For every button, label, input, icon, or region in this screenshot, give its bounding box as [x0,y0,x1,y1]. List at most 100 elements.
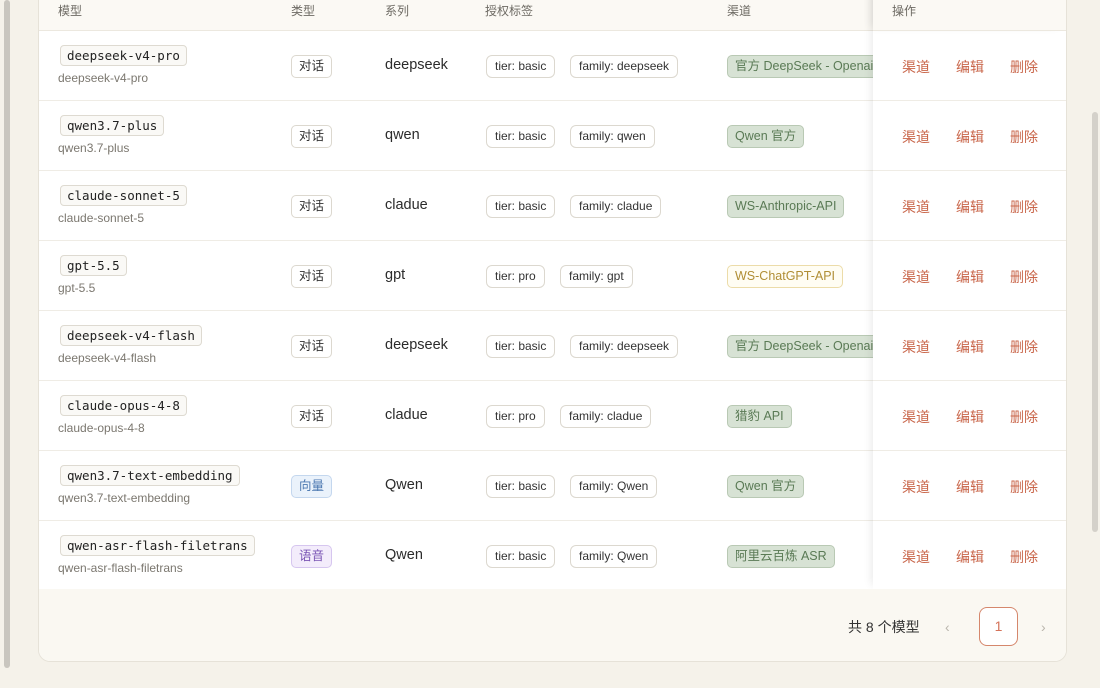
actions-header: 操作 [873,0,1066,31]
tier-tag: tier: basic [486,195,556,218]
tier-tag: tier: basic [486,125,556,148]
channel-tag: 阿里云百炼 ASR [727,545,835,568]
page-scrollbar[interactable] [4,0,10,668]
type-tag: 对话 [291,335,333,358]
channel-tag: Qwen 官方 [727,475,805,498]
prev-page-icon[interactable]: ‹ [945,619,950,635]
channel-button[interactable]: 渠道 [902,57,930,77]
series-name: deepseek [385,337,448,353]
channel-tag: 猎豹 API [727,405,792,428]
series-name: deepseek [385,57,448,73]
series-name: Qwen [385,547,423,563]
edit-button[interactable]: 编辑 [956,477,984,497]
channel-button[interactable]: 渠道 [902,267,930,287]
family-tag: family: Qwen [570,475,658,498]
channel-tag: WS-ChatGPT-API [727,265,844,288]
edit-button[interactable]: 编辑 [956,547,984,567]
family-tag: family: qwen [570,125,655,148]
page-1-button[interactable]: 1 [979,607,1018,646]
type-tag: 对话 [291,125,333,148]
family-tag: family: deepseek [570,55,679,78]
family-tag: family: Qwen [570,545,658,568]
row-actions: 渠道 编辑 删除 [873,101,1066,171]
delete-button[interactable]: 删除 [1010,267,1038,287]
channel-tag: 官方 DeepSeek - Openai [727,55,882,78]
tier-tag: tier: basic [486,335,556,358]
family-tag: family: cladue [570,195,662,218]
channel-tag: WS-Anthropic-API [727,195,845,218]
tier-tag: tier: pro [486,265,545,288]
edit-button[interactable]: 编辑 [956,127,984,147]
model-code: deepseek-v4-pro [60,45,187,66]
series-name: cladue [385,197,428,213]
channel-button[interactable]: 渠道 [902,547,930,567]
channel-tag: Qwen 官方 [727,125,805,148]
tier-tag: tier: basic [486,55,556,78]
model-code: claude-opus-4-8 [60,395,187,416]
models-table-card: 模型 类型 系列 授权标签 渠道 deepseek-v4-pro deepseek… [38,0,1067,662]
header-series: 系列 [385,4,410,18]
family-tag: family: deepseek [570,335,679,358]
row-actions: 渠道 编辑 删除 [873,171,1066,241]
delete-button[interactable]: 删除 [1010,547,1038,567]
channel-button[interactable]: 渠道 [902,197,930,217]
model-name: gpt-5.5 [58,281,96,295]
model-name: deepseek-v4-flash [58,351,157,365]
model-name: qwen3.7-text-embedding [58,491,191,505]
header-channel: 渠道 [727,4,752,18]
tier-tag: tier: pro [486,405,545,428]
model-code: deepseek-v4-flash [60,325,202,346]
type-tag: 语音 [291,545,333,568]
delete-button[interactable]: 删除 [1010,477,1038,497]
edit-button[interactable]: 编辑 [956,267,984,287]
next-page-icon[interactable]: › [1041,619,1046,635]
channel-tag: 官方 DeepSeek - Openai [727,335,882,358]
model-code: qwen3.7-text-embedding [60,465,240,486]
model-code: claude-sonnet-5 [60,185,187,206]
model-name: qwen-asr-flash-filetrans [58,561,183,575]
edit-button[interactable]: 编辑 [956,57,984,77]
header-model: 模型 [58,4,83,18]
row-actions: 渠道 编辑 删除 [873,451,1066,521]
delete-button[interactable]: 删除 [1010,127,1038,147]
series-name: cladue [385,407,428,423]
model-name: claude-sonnet-5 [58,211,145,225]
series-name: Qwen [385,477,423,493]
model-name: claude-opus-4-8 [58,421,145,435]
series-name: qwen [385,127,420,143]
delete-button[interactable]: 删除 [1010,337,1038,357]
model-code: qwen-asr-flash-filetrans [60,535,255,556]
model-code: gpt-5.5 [60,255,127,276]
channel-button[interactable]: 渠道 [902,407,930,427]
type-tag: 对话 [291,405,333,428]
delete-button[interactable]: 删除 [1010,197,1038,217]
type-tag: 向量 [291,475,333,498]
row-actions: 渠道 编辑 删除 [873,31,1066,101]
delete-button[interactable]: 删除 [1010,57,1038,77]
tier-tag: tier: basic [486,545,556,568]
channel-button[interactable]: 渠道 [902,127,930,147]
model-code: qwen3.7-plus [60,115,165,136]
table-footer: 共 8 个模型 ‹ 1 › [39,589,1066,661]
table-scrollbar[interactable] [1092,112,1098,532]
row-actions: 渠道 编辑 删除 [873,311,1066,381]
delete-button[interactable]: 删除 [1010,407,1038,427]
row-actions: 渠道 编辑 删除 [873,381,1066,451]
tier-tag: tier: basic [486,475,556,498]
type-tag: 对话 [291,195,333,218]
edit-button[interactable]: 编辑 [956,337,984,357]
family-tag: family: cladue [560,405,652,428]
type-tag: 对话 [291,55,333,78]
header-type: 类型 [291,4,316,18]
header-actions: 操作 [892,4,917,18]
family-tag: family: gpt [560,265,633,288]
header-auth-tags: 授权标签 [485,4,534,18]
edit-button[interactable]: 编辑 [956,197,984,217]
channel-button[interactable]: 渠道 [902,337,930,357]
channel-button[interactable]: 渠道 [902,477,930,497]
row-actions: 渠道 编辑 删除 [873,521,1066,591]
type-tag: 对话 [291,265,333,288]
edit-button[interactable]: 编辑 [956,407,984,427]
model-name: qwen3.7-plus [58,141,130,155]
row-actions: 渠道 编辑 删除 [873,241,1066,311]
